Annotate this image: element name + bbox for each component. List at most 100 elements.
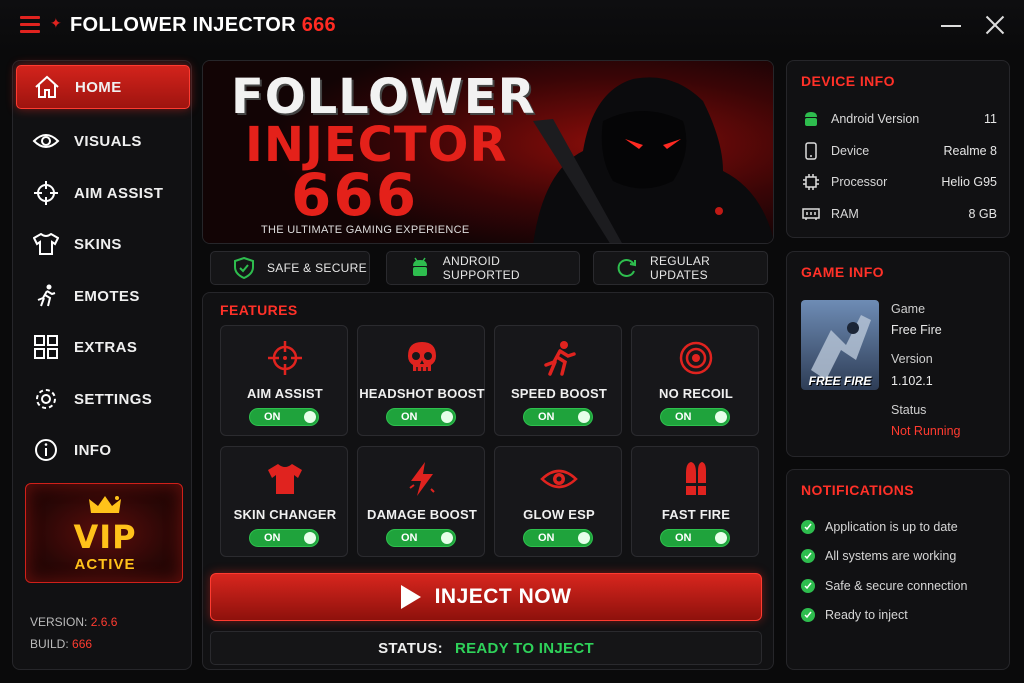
game-value: Free Fire xyxy=(891,323,942,337)
status-label: STATUS: xyxy=(378,639,443,657)
skin-changer-toggle[interactable]: ON xyxy=(249,529,319,547)
feature-label: FAST FIRE xyxy=(661,507,731,522)
notification-text: All systems are working xyxy=(825,549,957,563)
hero-banner: FOLLOWER INJECTOR 666 THE ULTIMATE GAMIN… xyxy=(202,60,774,244)
game-status-value: Not Running xyxy=(891,424,961,438)
inject-now-button[interactable]: INJECT NOW xyxy=(210,573,762,621)
crosshair-icon xyxy=(265,340,305,376)
info-key: Processor xyxy=(831,175,888,189)
notification-text: Application is up to date xyxy=(825,520,958,534)
toggle-state: ON xyxy=(675,411,692,423)
vip-card[interactable]: VIP ACTIVE xyxy=(25,483,183,583)
sidebar-item-home[interactable]: HOME xyxy=(16,65,190,109)
feature-card-glow-esp: GLOW ESP ON xyxy=(494,446,622,557)
version-info: VERSION: 2.6.6 xyxy=(30,615,117,629)
sidebar-item-label: AIM ASSIST xyxy=(74,184,164,202)
toggle-knob xyxy=(441,532,453,544)
sidebar-item-skins[interactable]: SKINS xyxy=(16,222,190,266)
info-key: Device xyxy=(831,144,870,158)
game-info-title: GAME INFO xyxy=(801,264,884,280)
info-value: Realme 8 xyxy=(943,144,998,158)
home-icon xyxy=(33,73,61,101)
feature-card-fast-fire: FAST FIRE ON xyxy=(631,446,759,557)
glow-esp-toggle[interactable]: ON xyxy=(523,529,593,547)
info-value: 11 xyxy=(984,112,997,126)
sidebar-item-label: INFO xyxy=(74,441,112,459)
sidebar-item-extras[interactable]: EXTRAS xyxy=(16,325,190,369)
toggle-state: ON xyxy=(401,532,418,544)
sidebar-item-visuals[interactable]: VISUALS xyxy=(16,119,190,163)
eye-icon xyxy=(539,461,579,497)
sidebar-item-settings[interactable]: SETTINGS xyxy=(16,377,190,421)
badge-safe-secure: SAFE & SECURE xyxy=(210,251,370,285)
toggle-state: ON xyxy=(675,532,692,544)
shirt-icon xyxy=(265,461,305,497)
feature-label: NO RECOIL xyxy=(658,386,734,401)
toggle-knob xyxy=(304,532,316,544)
sidebar-item-label: EXTRAS xyxy=(74,338,138,356)
check-icon xyxy=(801,579,815,593)
minimize-button[interactable] xyxy=(938,12,964,38)
vip-title: VIP xyxy=(73,518,137,556)
feature-card-no-recoil: NO RECOIL ON xyxy=(631,325,759,436)
status-bar: STATUS: READY TO INJECT xyxy=(210,631,762,665)
toggle-knob xyxy=(578,411,590,423)
notification-item: Application is up to date xyxy=(801,517,958,537)
game-status-label: Status xyxy=(891,403,927,417)
feature-card-speed-boost: SPEED BOOST ON xyxy=(494,325,622,436)
sidebar: HOME VISUALS AIM ASSIST SKINS EMOTES EXT… xyxy=(12,60,192,670)
notification-text: Safe & secure connection xyxy=(825,579,968,593)
android-icon xyxy=(409,257,431,279)
play-icon xyxy=(400,585,421,609)
close-button[interactable] xyxy=(982,12,1008,38)
feature-label: SKIN CHANGER xyxy=(233,507,337,522)
app-title-accent: 666 xyxy=(301,14,336,36)
banner-tagline: THE ULTIMATE GAMING EXPERIENCE xyxy=(261,224,470,236)
sidebar-item-aim-assist[interactable]: AIM ASSIST xyxy=(16,171,190,215)
android-icon xyxy=(801,109,821,129)
aim-assist-toggle[interactable]: ON xyxy=(249,408,319,426)
game-version-label: Version xyxy=(891,352,933,366)
toggle-state: ON xyxy=(264,532,281,544)
gear-icon xyxy=(32,385,60,413)
device-row-ram: RAM 8 GB xyxy=(801,203,997,225)
sidebar-item-label: VISUALS xyxy=(74,132,142,150)
badge-regular-updates: REGULAR UPDATES xyxy=(593,251,768,285)
fast-fire-toggle[interactable]: ON xyxy=(660,529,730,547)
no-recoil-toggle[interactable]: ON xyxy=(660,408,730,426)
info-value: 8 GB xyxy=(968,207,998,221)
notification-item: Ready to inject xyxy=(801,605,908,625)
running-figure-icon xyxy=(539,340,579,376)
status-value: READY TO INJECT xyxy=(454,639,594,657)
game-thumb-title: FREE FIRE xyxy=(808,374,872,388)
toggle-state: ON xyxy=(264,411,281,423)
chip-icon xyxy=(801,172,821,192)
device-row-device: Device Realme 8 xyxy=(801,140,997,162)
feature-label: DAMAGE BOOST xyxy=(366,507,477,522)
feature-label: GLOW ESP xyxy=(523,507,595,522)
app-title-main: FOLLOWER INJECTOR xyxy=(70,14,296,36)
feature-label: HEADSHOT BOOST xyxy=(359,386,485,401)
grid-icon xyxy=(32,333,60,361)
notifications-panel: NOTIFICATIONS Application is up to date … xyxy=(786,469,1010,670)
badge-label: REGULAR UPDATES xyxy=(650,254,711,282)
sidebar-item-label: SETTINGS xyxy=(74,390,153,408)
app-title: FOLLOWER INJECTOR 666 xyxy=(70,14,336,37)
toggle-knob xyxy=(715,532,727,544)
sidebar-item-info[interactable]: INFO xyxy=(16,428,190,472)
speed-boost-toggle[interactable]: ON xyxy=(523,408,593,426)
hamburger-menu-icon[interactable] xyxy=(20,16,40,34)
notification-text: Ready to inject xyxy=(825,608,908,622)
check-icon xyxy=(801,549,815,563)
game-info-panel: GAME INFO FREE FIRE Game Free Fire Versi… xyxy=(786,251,1010,457)
sidebar-item-emotes[interactable]: EMOTES xyxy=(16,274,190,318)
info-key: Android Version xyxy=(831,112,920,126)
headshot-boost-toggle[interactable]: ON xyxy=(386,408,456,426)
sidebar-item-label: HOME xyxy=(75,78,122,96)
build-value: 666 xyxy=(72,637,93,651)
damage-boost-toggle[interactable]: ON xyxy=(386,529,456,547)
phone-icon xyxy=(801,141,821,161)
badge-label: SAFE & SECURE xyxy=(267,261,367,275)
notification-item: All systems are working xyxy=(801,546,956,566)
info-value: Helio G95 xyxy=(941,175,997,189)
